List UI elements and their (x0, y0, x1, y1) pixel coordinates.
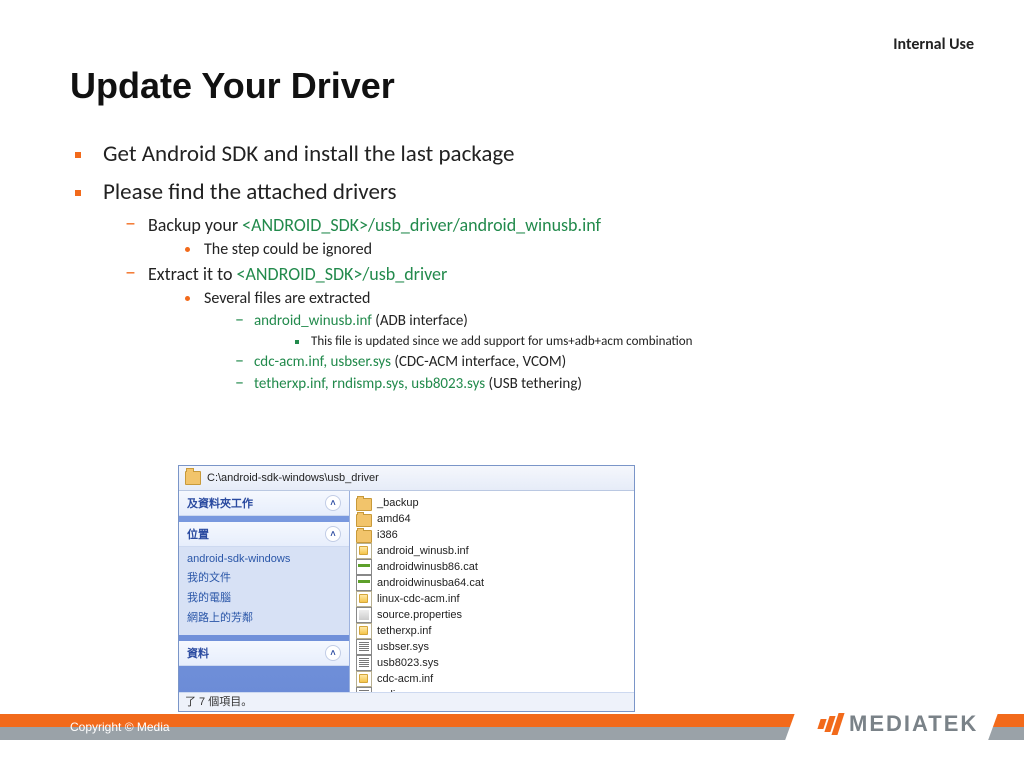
dash-marker-icon: – (235, 375, 244, 389)
bullet-text: android_winusb.inf (ADB interface) (254, 312, 468, 330)
file-row[interactable]: source.properties (356, 607, 628, 623)
file-name: _backup (377, 497, 419, 509)
sidebar-link[interactable]: 我的文件 (187, 567, 341, 587)
bullet-l3: Several files are extracted (185, 289, 974, 308)
bullet-l4: –cdc-acm.inf, usbser.sys (CDC-ACM interf… (235, 353, 974, 371)
sidebar-link[interactable]: 我的電腦 (187, 587, 341, 607)
file-name: amd64 (377, 513, 411, 525)
panel-title: 及資料夾工作 (187, 495, 253, 511)
dot-marker-icon (185, 296, 190, 301)
bullet-text: Get Android SDK and install the last pac… (103, 140, 514, 168)
bullet-text: This file is updated since we add suppor… (311, 334, 692, 349)
dot-marker-icon (185, 247, 190, 252)
bullet-text: tetherxp.inf, rndismp.sys, usb8023.sys (… (254, 375, 582, 393)
explorer-status-bar: 了 7 個項目。 (179, 692, 634, 711)
file-name: androidwinusba64.cat (377, 577, 484, 589)
footer-bar: Copyright © Media MEDIATEK (0, 714, 1024, 740)
file-row[interactable]: i386 (356, 527, 628, 543)
panel-title: 資料 (187, 645, 209, 661)
dash-marker-icon: – (125, 214, 136, 232)
address-path: C:\android-sdk-windows\usb_driver (207, 472, 379, 484)
logo-text: MEDIATEK (849, 711, 978, 737)
file-row[interactable]: usb8023.sys (356, 655, 628, 671)
file-name: source.properties (377, 609, 462, 621)
file-name: cdc-acm.inf (377, 673, 433, 685)
sidebar-panel-header[interactable]: 資料 ˄ (179, 641, 349, 666)
file-icon (356, 607, 372, 623)
sidebar-link[interactable]: android-sdk-windows (187, 551, 341, 567)
file-name: usbser.sys (377, 641, 429, 653)
bullet-l2: –Extract it to <ANDROID_SDK>/usb_driver (125, 263, 974, 285)
bullet-l2: –Backup your <ANDROID_SDK>/usb_driver/an… (125, 214, 974, 236)
file-name: androidwinusb86.cat (377, 561, 478, 573)
explorer-address-bar[interactable]: C:\android-sdk-windows\usb_driver (179, 466, 634, 491)
brand-logo: MEDIATEK (784, 705, 1001, 743)
file-row[interactable]: usbser.sys (356, 639, 628, 655)
chevron-up-icon[interactable]: ˄ (325, 495, 341, 511)
dash-marker-icon: – (235, 353, 244, 367)
file-row[interactable]: androidwinusba64.cat (356, 575, 628, 591)
file-name: android_winusb.inf (377, 545, 469, 557)
file-row[interactable]: androidwinusb86.cat (356, 559, 628, 575)
chevron-up-icon[interactable]: ˄ (325, 645, 341, 661)
bullet-text: The step could be ignored (204, 240, 372, 259)
file-row[interactable]: tetherxp.inf (356, 623, 628, 639)
bullet-l4: –tetherxp.inf, rndismp.sys, usb8023.sys … (235, 375, 974, 393)
file-icon (356, 575, 372, 591)
file-icon (356, 559, 372, 575)
folder-icon (185, 471, 201, 485)
bullet-text: Extract it to <ANDROID_SDK>/usb_driver (148, 263, 447, 285)
bullet-l4: –android_winusb.inf (ADB interface) (235, 312, 974, 330)
bullet-l1: Please find the attached drivers (75, 178, 974, 206)
explorer-file-list: _backup amd64 i386 android_winusb.infandroi… (350, 491, 634, 712)
file-icon (356, 543, 372, 559)
bullet-text: Please find the attached drivers (103, 178, 397, 206)
file-row[interactable]: _backup (356, 495, 628, 511)
sidebar-panel-header[interactable]: 及資料夾工作 ˄ (179, 491, 349, 516)
bullet-text: Several files are extracted (204, 289, 370, 308)
folder-icon (356, 530, 372, 543)
file-name: linux-cdc-acm.inf (377, 593, 460, 605)
page-title: Update Your Driver (70, 65, 395, 107)
sidebar-link[interactable]: 網路上的芳鄰 (187, 607, 341, 627)
file-name: usb8023.sys (377, 657, 439, 669)
file-row[interactable]: cdc-acm.inf (356, 671, 628, 687)
file-icon (356, 671, 372, 687)
dash-marker-icon: – (125, 263, 136, 281)
dash-marker-icon: – (235, 312, 244, 326)
folder-icon (356, 514, 372, 527)
bullet-marker-icon (75, 152, 81, 158)
bullet-text: cdc-acm.inf, usbser.sys (CDC-ACM interfa… (254, 353, 566, 371)
file-name: i386 (377, 529, 398, 541)
classification-label: Internal Use (893, 35, 974, 54)
bullet-l1: Get Android SDK and install the last pac… (75, 140, 974, 168)
copyright-text: Copyright © Media (70, 714, 170, 740)
sidebar-links: android-sdk-windows我的文件我的電腦網路上的芳鄰 (179, 547, 349, 635)
bullet-text: Backup your <ANDROID_SDK>/usb_driver/and… (148, 214, 601, 236)
logo-mark-icon (819, 713, 841, 735)
file-icon (356, 591, 372, 607)
sidebar-panel-header[interactable]: 位置 ˄ (179, 522, 349, 547)
bullet-marker-icon (75, 190, 81, 196)
explorer-sidebar: 及資料夾工作 ˄ 位置 ˄ android-sdk-windows我的文件我的電… (179, 491, 350, 712)
panel-title: 位置 (187, 526, 209, 542)
folder-icon (356, 498, 372, 511)
explorer-window: C:\android-sdk-windows\usb_driver 及資料夾工作… (178, 465, 635, 712)
bullet-l5: This file is updated since we add suppor… (295, 334, 974, 349)
file-icon (356, 639, 372, 655)
bullet-l3: The step could be ignored (185, 240, 974, 259)
file-row[interactable]: amd64 (356, 511, 628, 527)
dot-marker-icon (295, 340, 299, 344)
file-row[interactable]: linux-cdc-acm.inf (356, 591, 628, 607)
file-icon (356, 655, 372, 671)
file-name: tetherxp.inf (377, 625, 431, 637)
chevron-up-icon[interactable]: ˄ (325, 526, 341, 542)
file-row[interactable]: android_winusb.inf (356, 543, 628, 559)
file-icon (356, 623, 372, 639)
slide-body: Get Android SDK and install the last pac… (75, 130, 974, 393)
